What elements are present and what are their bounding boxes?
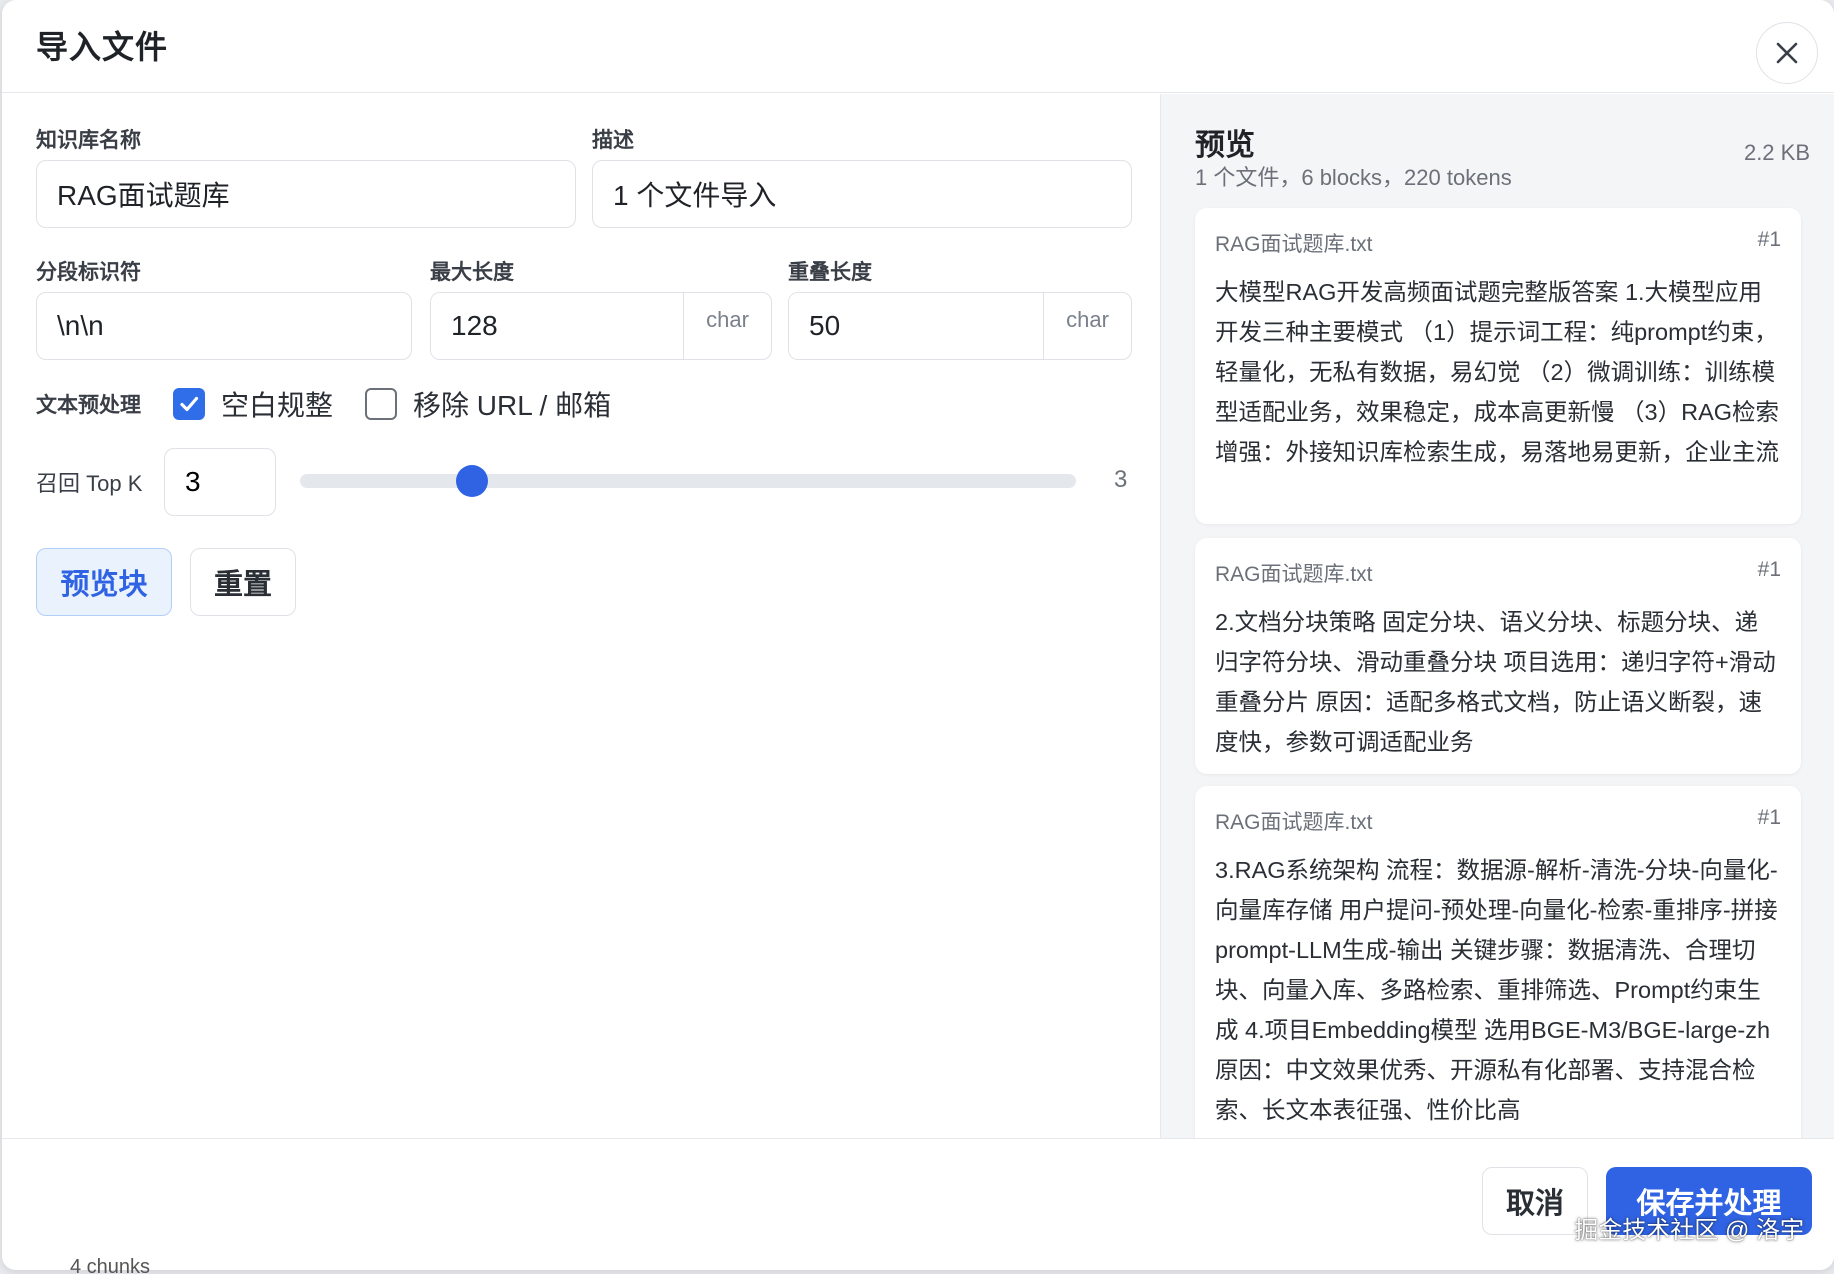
- overlap-length-label: 重叠长度: [788, 261, 872, 284]
- max-length-input[interactable]: [431, 293, 683, 359]
- remove-url-option-label[interactable]: 移除 URL / 邮箱: [413, 384, 611, 424]
- backdrop-chunks-text: 4 chunks: [70, 1256, 151, 1274]
- chunk-file-name: RAG面试题库.txt: [1215, 563, 1373, 586]
- overlap-length-unit: char: [1043, 293, 1131, 359]
- close-button[interactable]: [1756, 22, 1818, 84]
- description-input[interactable]: [592, 160, 1132, 228]
- preview-panel: 预览 1 个文件，6 blocks，220 tokens 2.2 KB RAG面…: [1160, 94, 1834, 1138]
- chunk-card: RAG面试题库.txt #1 3.RAG系统架构 流程：数据源-解析-清洗-分块…: [1195, 786, 1801, 1138]
- settings-panel: 知识库名称 描述 分段标识符 最大长度 char 重叠长度 char 文本预处理…: [2, 94, 1160, 1138]
- kb-name-label: 知识库名称: [36, 129, 141, 152]
- chunk-text: 大模型RAG开发高频面试题完整版答案 1.大模型应用开发三种主要模式 （1）提示…: [1215, 279, 1780, 465]
- topk-slider[interactable]: [300, 465, 1076, 497]
- kb-name-input[interactable]: [36, 160, 576, 228]
- reset-button[interactable]: 重置: [190, 548, 296, 616]
- preview-file-size: 2.2 KB: [1743, 140, 1810, 165]
- chunk-text: 3.RAG系统架构 流程：数据源-解析-清洗-分块-向量化-向量库存储 用户提问…: [1215, 857, 1778, 1123]
- remove-url-checkbox[interactable]: [365, 388, 398, 420]
- topk-label: 召回 Top K: [36, 471, 143, 496]
- checkmark-icon: [180, 396, 199, 412]
- topk-slider-thumb[interactable]: [456, 465, 489, 497]
- close-icon: [1776, 42, 1798, 64]
- chunk-index: #1: [1757, 558, 1781, 581]
- chunk-file-name: RAG面试题库.txt: [1215, 811, 1373, 834]
- dialog-header: 导入文件: [2, 0, 1834, 93]
- whitespace-option-label[interactable]: 空白规整: [221, 384, 333, 424]
- overlap-length-field: char: [788, 292, 1132, 360]
- chunk-index: #1: [1757, 228, 1781, 251]
- topk-slider-value: 3: [1114, 466, 1128, 493]
- cancel-button[interactable]: 取消: [1482, 1167, 1588, 1235]
- chunk-file-name: RAG面试题库.txt: [1215, 233, 1373, 256]
- dialog-title: 导入文件: [36, 29, 169, 65]
- preview-chunks-button[interactable]: 预览块: [36, 548, 172, 616]
- chunk-text: 2.文档分块策略 固定分块、语义分块、标题分块、递归字符分块、滑动重叠分块 项目…: [1215, 609, 1776, 755]
- chunk-card: RAG面试题库.txt #1 2.文档分块策略 固定分块、语义分块、标题分块、递…: [1195, 538, 1801, 774]
- preprocess-label: 文本预处理: [36, 394, 141, 417]
- preview-summary: 1 个文件，6 blocks，220 tokens: [1195, 165, 1512, 190]
- watermark: 掘金技术社区 @ 洛宇: [1574, 1217, 1804, 1244]
- preview-title: 预览: [1195, 129, 1255, 162]
- import-file-dialog: 导入文件 知识库名称 描述 分段标识符 最大长度 char 重叠长度 char …: [2, 0, 1834, 1270]
- whitespace-checkbox[interactable]: [173, 388, 205, 420]
- chunk-card: RAG面试题库.txt #1 大模型RAG开发高频面试题完整版答案 1.大模型应…: [1195, 208, 1801, 524]
- separator-label: 分段标识符: [36, 261, 141, 284]
- chunk-index: #1: [1757, 806, 1781, 829]
- max-length-field: char: [430, 292, 772, 360]
- preprocess-row: 文本预处理 空白规整 移除 URL / 邮箱: [36, 384, 643, 424]
- separator-input[interactable]: [36, 292, 412, 360]
- description-label: 描述: [592, 129, 634, 152]
- topk-input[interactable]: [164, 448, 276, 516]
- overlap-length-input[interactable]: [789, 293, 1043, 359]
- dialog-footer: 取消 保存并处理: [2, 1138, 1834, 1270]
- max-length-unit: char: [683, 293, 771, 359]
- max-length-label: 最大长度: [430, 261, 514, 284]
